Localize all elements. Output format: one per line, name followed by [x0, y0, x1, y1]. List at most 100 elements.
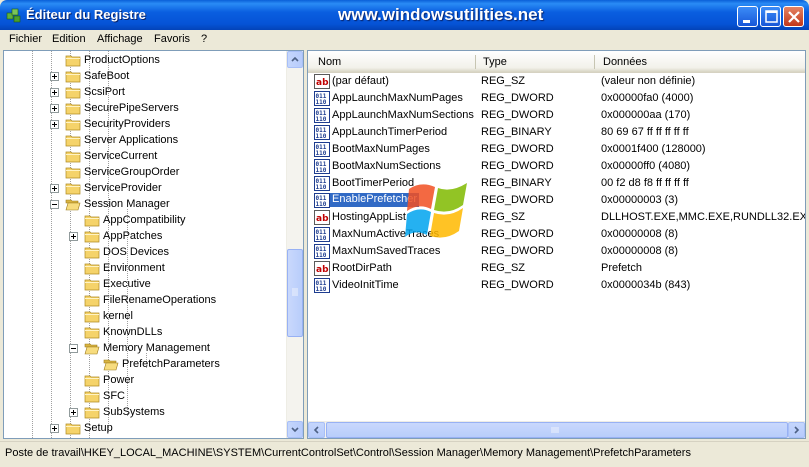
tree-item[interactable]: ServiceGroupOrder: [4, 165, 288, 181]
folder-icon: [84, 263, 100, 275]
tree-item-label: Power: [103, 374, 135, 386]
value-name: VideoInitTime: [332, 279, 399, 291]
menu-help[interactable]: ?: [201, 33, 207, 45]
list-item[interactable]: 011 110 MaxNumSavedTraces REG_DWORD 0x000000…: [308, 243, 805, 260]
tree-item[interactable]: KnownDLLs: [4, 325, 288, 341]
list-item[interactable]: 011 110 BootMaxNumSections REG_DWORD 0x00000…: [308, 158, 805, 175]
open-folder-icon: [103, 359, 119, 371]
column-header-data[interactable]: Données: [603, 56, 647, 68]
expand-icon[interactable]: [50, 104, 59, 113]
tree-item[interactable]: Environment: [4, 261, 288, 277]
list-item[interactable]: 011 110 AppLaunchMaxNumPages REG_DWORD 0x000…: [308, 90, 805, 107]
column-header-type[interactable]: Type: [483, 56, 507, 68]
tree-item[interactable]: Power: [4, 373, 288, 389]
tree-item[interactable]: Session Manager: [4, 197, 288, 213]
tree-item-label: KnownDLLs: [103, 326, 163, 338]
tree-item[interactable]: Memory Management: [4, 341, 288, 357]
registry-tree[interactable]: ProductOptions SafeBoot ScsiPort SecurePipe…: [3, 50, 304, 439]
tree-item[interactable]: SFC: [4, 389, 288, 405]
expand-icon[interactable]: [69, 232, 78, 241]
tree-item[interactable]: ProductOptions: [4, 53, 288, 69]
menu-edition[interactable]: Edition: [52, 33, 86, 45]
list-scroll-left-button[interactable]: [308, 422, 325, 438]
tree-item[interactable]: AppCompatibility: [4, 213, 288, 229]
tree-scroll-up-button[interactable]: [287, 51, 303, 68]
expand-icon[interactable]: [50, 184, 59, 193]
tree-item[interactable]: Executive: [4, 277, 288, 293]
menu-affichage[interactable]: Affichage: [97, 33, 143, 45]
folder-icon: [65, 135, 81, 147]
tree-item[interactable]: ServiceCurrent: [4, 149, 288, 165]
collapse-icon[interactable]: [69, 344, 78, 353]
minimize-button[interactable]: [737, 6, 758, 27]
folder-icon: [84, 375, 100, 387]
list-item[interactable]: 011 110 EnablePrefetcher REG_DWORD 0x0000000…: [308, 192, 805, 209]
tree-vertical-scrollbar[interactable]: [286, 51, 303, 438]
list-horizontal-scrollbar[interactable]: [308, 421, 805, 438]
column-header-name[interactable]: Nom: [318, 56, 341, 68]
tree-item[interactable]: AppPatches: [4, 229, 288, 245]
maximize-button[interactable]: [760, 6, 781, 27]
tree-item-label: kernel: [103, 310, 133, 322]
folder-icon: [84, 279, 100, 291]
tree-item[interactable]: SafeBoot: [4, 69, 288, 85]
tree-item[interactable]: PrefetchParameters: [4, 357, 288, 373]
value-data: Prefetch: [601, 262, 642, 274]
list-item[interactable]: 011 110 AppLaunchMaxNumSections REG_DWORD 0x…: [308, 107, 805, 124]
list-item[interactable]: 011 110 BootTimerPeriod REG_BINARY 00 f2 d8 …: [308, 175, 805, 192]
close-button[interactable]: [783, 6, 804, 27]
tree-item[interactable]: Server Applications: [4, 133, 288, 149]
folder-icon: [65, 119, 81, 131]
list-item[interactable]: 011 110 VideoInitTime REG_DWORD 0x0000034b (…: [308, 277, 805, 294]
folder-icon: [84, 215, 100, 227]
tree-item[interactable]: ServiceProvider: [4, 181, 288, 197]
expand-icon[interactable]: [50, 72, 59, 81]
expand-icon[interactable]: [69, 408, 78, 417]
value-name: RootDirPath: [332, 262, 392, 274]
tree-item[interactable]: ScsiPort: [4, 85, 288, 101]
tree-item-label: ScsiPort: [84, 86, 125, 98]
list-item[interactable]: ab RootDirPath REG_SZ Prefetch: [308, 260, 805, 277]
tree-item[interactable]: SecurePipeServers: [4, 101, 288, 117]
grip-icon: [292, 288, 298, 296]
tree-item[interactable]: FileRenameOperations: [4, 293, 288, 309]
tree-item-label: Server Applications: [84, 134, 179, 146]
tree-scroll-thumb[interactable]: [287, 249, 303, 337]
tree-item-label: AppCompatibility: [103, 214, 186, 226]
chevron-right-icon: [794, 426, 800, 434]
menu-fichier[interactable]: Fichier: [9, 33, 42, 45]
expand-icon[interactable]: [50, 88, 59, 97]
values-list[interactable]: Nom Type Données ab (par défaut) REG_SZ (va…: [307, 50, 806, 439]
expand-icon[interactable]: [50, 120, 59, 129]
binary-value-icon: 011110: [314, 125, 330, 140]
list-item[interactable]: ab HostingAppList REG_SZ DLLHOST.EXE,MMC.EX…: [308, 209, 805, 226]
list-item[interactable]: 011 110 BootMaxNumPages REG_DWORD 0x0001f400…: [308, 141, 805, 158]
tree-item[interactable]: kernel: [4, 309, 288, 325]
tree-item-label: Memory Management: [103, 342, 210, 354]
string-value-icon: ab: [314, 261, 330, 276]
expand-icon[interactable]: [50, 424, 59, 433]
list-item[interactable]: ab (par défaut) REG_SZ (valeur non définie): [308, 73, 805, 90]
list-item[interactable]: 011 110 MaxNumActiveTraces REG_DWORD 0x00000…: [308, 226, 805, 243]
folder-icon: [65, 87, 81, 99]
tree-item[interactable]: SecurityProviders: [4, 117, 288, 133]
collapse-icon[interactable]: [50, 200, 59, 209]
list-scroll-right-button[interactable]: [788, 422, 805, 438]
tree-item[interactable]: Setup: [4, 421, 288, 437]
list-scroll-thumb[interactable]: [326, 422, 788, 438]
menu-favoris[interactable]: Favoris: [154, 33, 190, 45]
tree-item[interactable]: SubSystems: [4, 405, 288, 421]
column-divider[interactable]: [475, 55, 476, 69]
close-icon: [788, 11, 800, 23]
svg-text:ab: ab: [316, 78, 329, 88]
title-bar[interactable]: Éditeur du Registre www.windowsutilities…: [0, 0, 809, 30]
svg-text:110: 110: [316, 99, 327, 106]
chevron-down-icon: [291, 427, 299, 433]
svg-text:110: 110: [316, 201, 327, 208]
list-item[interactable]: 011 110 AppLaunchTimerPeriod REG_BINARY 80 6…: [308, 124, 805, 141]
value-type: REG_DWORD: [481, 228, 554, 240]
tree-item[interactable]: DOS Devices: [4, 245, 288, 261]
column-divider[interactable]: [594, 55, 595, 69]
tree-scroll-down-button[interactable]: [287, 421, 303, 438]
value-name: AppLaunchMaxNumSections: [332, 109, 474, 121]
